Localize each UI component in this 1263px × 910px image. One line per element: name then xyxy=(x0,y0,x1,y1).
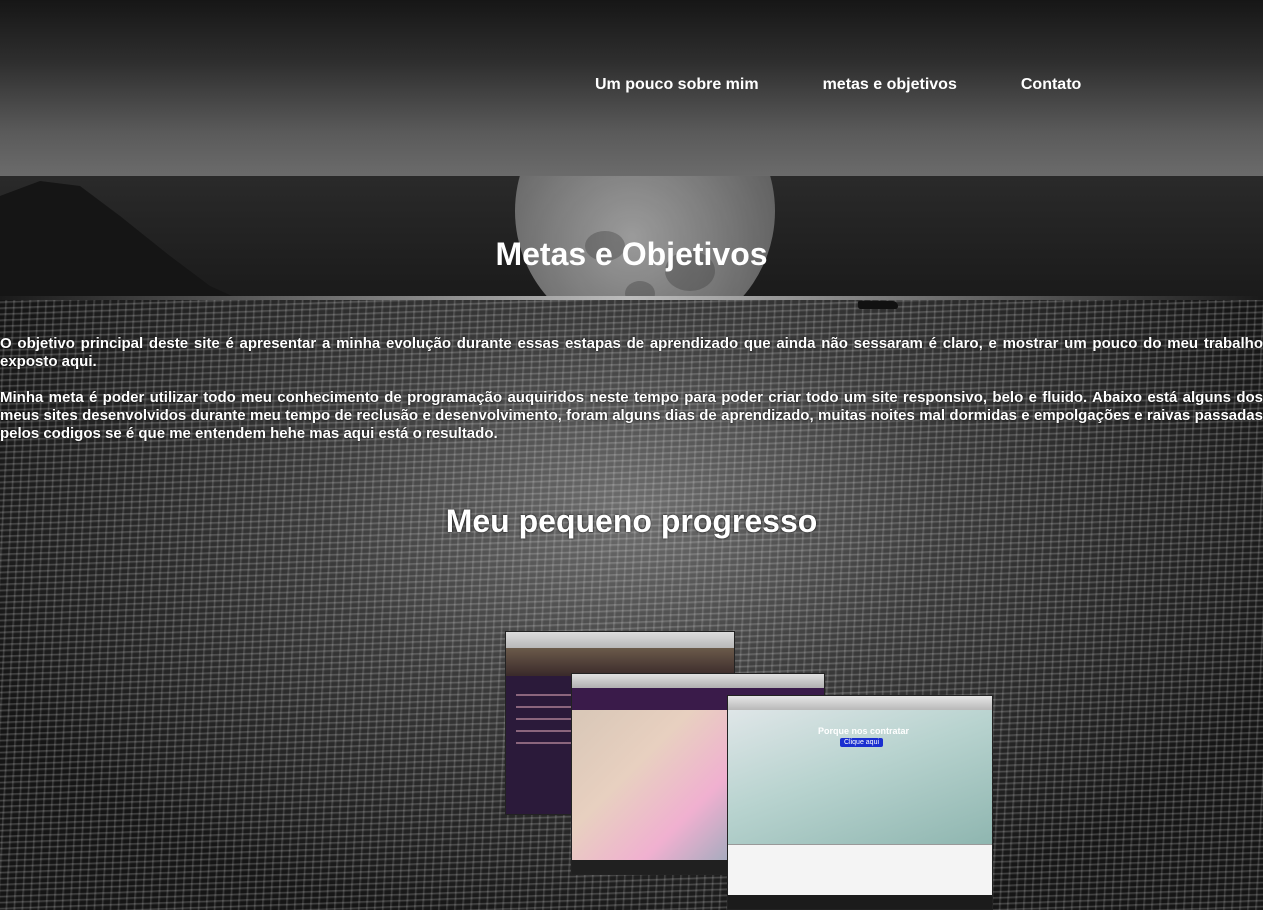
nav-link-goals[interactable]: metas e objetivos xyxy=(823,76,957,94)
goals-paragraph: Minha meta é poder utilizar todo meu con… xyxy=(0,389,1263,442)
site-header: Um pouco sobre mim metas e objetivos Con… xyxy=(0,0,1263,176)
horizon-line xyxy=(0,296,1263,300)
page-title: Metas e Objetivos xyxy=(495,236,768,272)
progress-title: Meu pequeno progresso xyxy=(445,503,818,539)
nav-link-contact[interactable]: Contato xyxy=(1021,76,1081,94)
taskbar xyxy=(728,895,992,909)
intro-paragraph: O objetivo principal deste site é aprese… xyxy=(0,335,1263,370)
boat-silhouette xyxy=(858,301,898,309)
devtools-panel xyxy=(728,844,992,896)
main-nav: Um pouco sobre mim metas e objetivos Con… xyxy=(595,76,1081,94)
project-screenshot-3: Porque nos contratar Clique aqui xyxy=(727,695,993,910)
screenshot-cta-text: Porque nos contratar xyxy=(818,726,910,736)
screenshot-cta-button: Clique aqui xyxy=(840,738,884,747)
nav-link-about[interactable]: Um pouco sobre mim xyxy=(595,76,759,94)
